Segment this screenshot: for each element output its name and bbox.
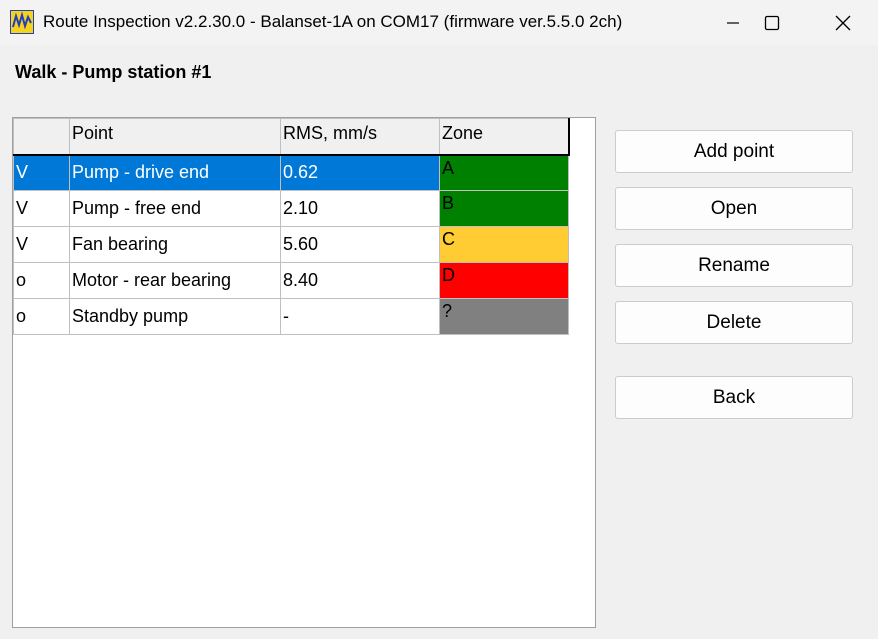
- cell-rms[interactable]: 2.10: [280, 190, 440, 227]
- cell-rms[interactable]: 8.40: [280, 262, 440, 299]
- cell-status[interactable]: V: [13, 154, 70, 191]
- table-row[interactable]: V Fan bearing 5.60 C: [13, 226, 569, 263]
- add-point-button[interactable]: Add point: [615, 130, 853, 173]
- cell-point[interactable]: Pump - free end: [69, 190, 281, 227]
- cell-point[interactable]: Motor - rear bearing: [69, 262, 281, 299]
- table-row[interactable]: o Motor - rear bearing 8.40 D: [13, 262, 569, 299]
- window-title: Route Inspection v2.2.30.0 - Balanset-1A…: [43, 12, 623, 31]
- close-icon: [835, 15, 851, 30]
- cell-zone[interactable]: C: [439, 226, 569, 263]
- table-row[interactable]: V Pump - free end 2.10 B: [13, 190, 569, 227]
- cell-status[interactable]: V: [13, 226, 70, 263]
- table-row[interactable]: V Pump - drive end 0.62 A: [13, 154, 569, 191]
- column-header-zone[interactable]: Zone: [439, 118, 570, 156]
- delete-button[interactable]: Delete: [615, 301, 853, 344]
- column-header-point[interactable]: Point: [69, 118, 281, 156]
- cell-status[interactable]: o: [13, 262, 70, 299]
- vibration-logo-icon: [10, 10, 34, 34]
- points-grid[interactable]: Point RMS, mm/s Zone V Pump - drive end 0.…: [12, 117, 596, 628]
- maximize-button[interactable]: [743, 0, 801, 45]
- cell-point[interactable]: Standby pump: [69, 298, 281, 335]
- open-button[interactable]: Open: [615, 187, 853, 230]
- cell-zone[interactable]: A: [439, 154, 569, 191]
- walk-title: Walk - Pump station #1: [15, 62, 212, 82]
- cell-rms[interactable]: -: [280, 298, 440, 335]
- cell-status[interactable]: V: [13, 190, 70, 227]
- cell-rms[interactable]: 5.60: [280, 226, 440, 263]
- back-button[interactable]: Back: [615, 376, 853, 419]
- points-table: Point RMS, mm/s Zone V Pump - drive end 0.…: [13, 118, 570, 335]
- column-header-rms[interactable]: RMS, mm/s: [280, 118, 440, 156]
- close-button[interactable]: [814, 0, 872, 45]
- table-header-row: Point RMS, mm/s Zone: [13, 118, 570, 156]
- rename-button[interactable]: Rename: [615, 244, 853, 287]
- title-bar: Route Inspection v2.2.30.0 - Balanset-1A…: [0, 0, 878, 45]
- cell-point[interactable]: Fan bearing: [69, 226, 281, 263]
- cell-zone[interactable]: D: [439, 262, 569, 299]
- cell-zone[interactable]: ?: [439, 298, 569, 335]
- maximize-icon: [764, 15, 780, 30]
- column-header-status[interactable]: [13, 118, 70, 156]
- cell-point[interactable]: Pump - drive end: [69, 154, 281, 191]
- cell-zone[interactable]: B: [439, 190, 569, 227]
- cell-rms[interactable]: 0.62: [280, 154, 440, 191]
- table-row[interactable]: o Standby pump -?: [13, 298, 569, 335]
- cell-status[interactable]: o: [13, 298, 70, 335]
- minimize-icon: [727, 21, 739, 24]
